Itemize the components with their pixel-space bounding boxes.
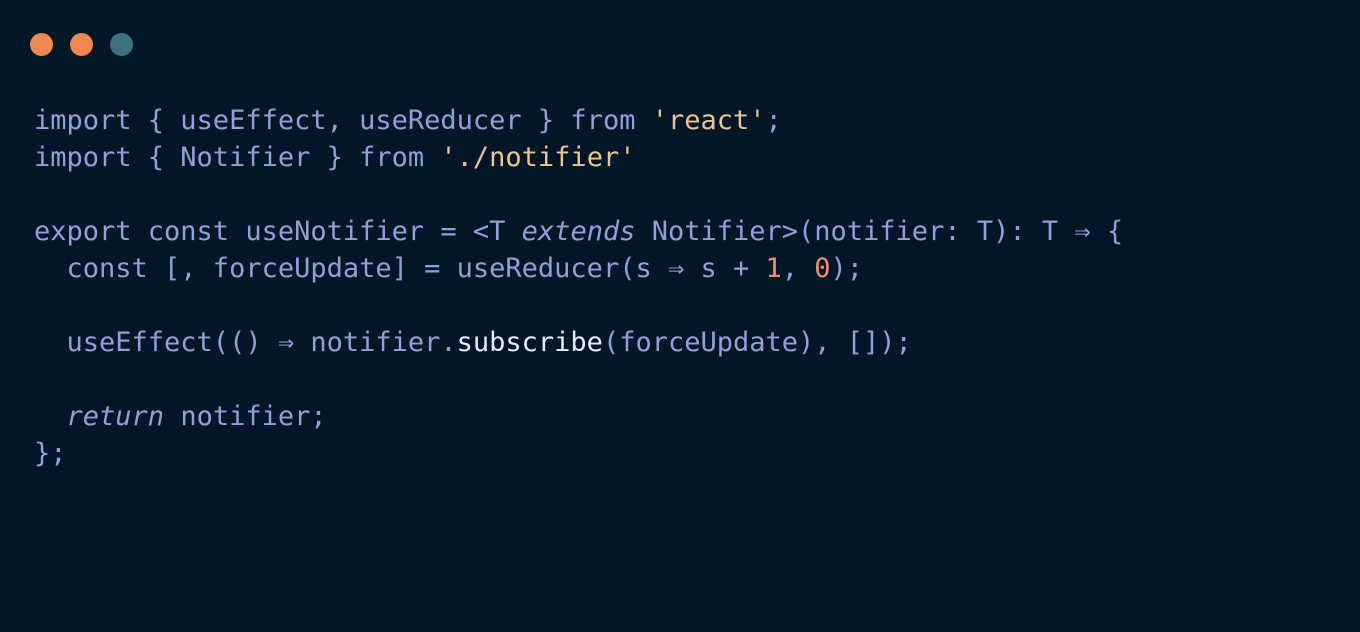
- window-controls: [30, 33, 133, 56]
- code-token: 0: [814, 253, 831, 284]
- code-token: export const useNotifier = <T: [34, 216, 522, 247]
- code-line: import { Notifier } from './notifier': [34, 139, 1123, 176]
- code-token: useEffect(() ⇒ notifier.: [34, 327, 457, 358]
- code-line: useEffect(() ⇒ notifier.subscribe(forceU…: [34, 324, 1123, 361]
- maximize-dot-icon[interactable]: [110, 33, 133, 56]
- code-token: notifier;: [164, 401, 327, 432]
- minimize-dot-icon[interactable]: [70, 33, 93, 56]
- code-line: import { useEffect, useReducer } from 'r…: [34, 102, 1123, 139]
- code-token: import { useEffect, useReducer } from: [34, 105, 652, 136]
- code-token: extends: [521, 216, 636, 247]
- code-token: (forceUpdate), []);: [602, 327, 912, 358]
- code-window: import { useEffect, useReducer } from 'r…: [0, 0, 1360, 632]
- code-token: Notifier>(notifier: T): T ⇒ {: [635, 216, 1124, 247]
- code-line: return notifier;: [34, 398, 1123, 435]
- code-token: ,: [781, 253, 815, 284]
- code-token: 'react': [651, 105, 766, 136]
- code-token: subscribe: [456, 327, 603, 358]
- code-line: const [, forceUpdate] = useReducer(s ⇒ s…: [34, 250, 1123, 287]
- code-token: 1: [765, 253, 782, 284]
- code-line: };: [34, 435, 1123, 472]
- code-token: import { Notifier } from: [34, 142, 441, 173]
- code-token: './notifier': [440, 142, 636, 173]
- close-dot-icon[interactable]: [30, 33, 53, 56]
- code-line: export const useNotifier = <T extends No…: [34, 213, 1123, 250]
- code-token: };: [34, 438, 67, 469]
- code-token: const [, forceUpdate] = useReducer(s ⇒ s…: [34, 253, 766, 284]
- code-token: ;: [765, 105, 782, 136]
- code-token: return: [66, 401, 165, 432]
- code-token: );: [830, 253, 864, 284]
- code-block: import { useEffect, useReducer } from 'r…: [34, 102, 1123, 472]
